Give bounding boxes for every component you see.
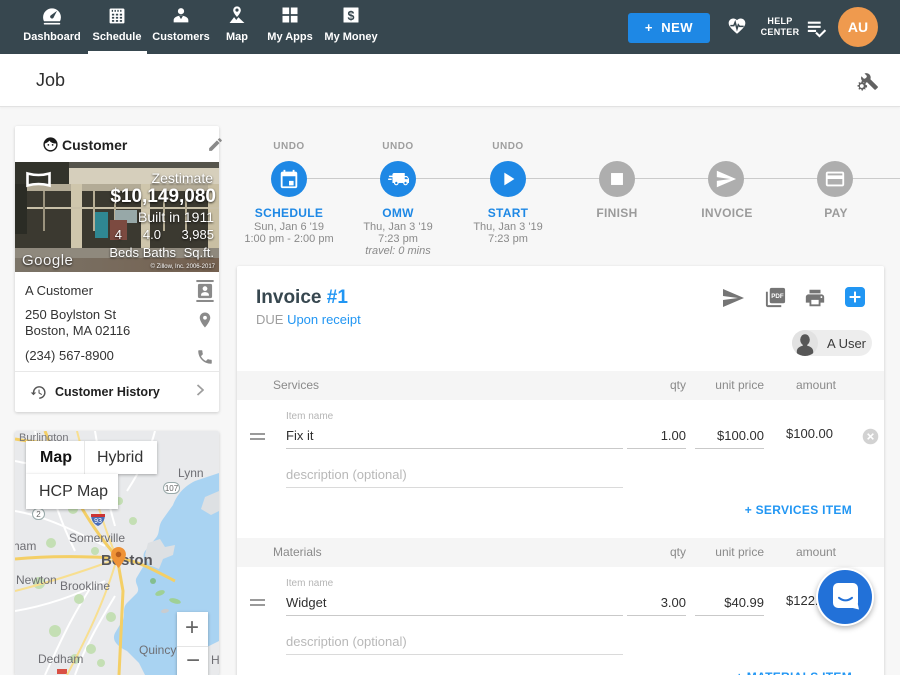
svg-text:PDF: PDF [771,293,784,300]
svg-text:$: $ [348,9,355,23]
svg-text:93: 93 [94,518,102,525]
